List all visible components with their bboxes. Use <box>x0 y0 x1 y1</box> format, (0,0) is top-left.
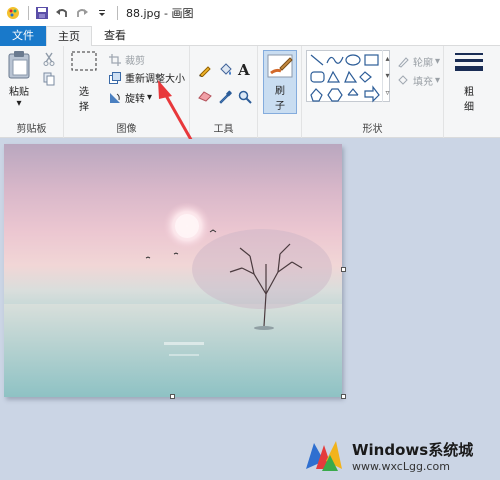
canvas-workspace[interactable] <box>0 139 500 480</box>
windows-logo-icon <box>302 435 346 478</box>
resize-handle-corner[interactable] <box>341 394 346 399</box>
watermark-url: www.wxcLgg.com <box>352 460 450 473</box>
resize-handle-right[interactable] <box>341 267 346 272</box>
resize-handle-bottom[interactable] <box>170 394 175 399</box>
watermark: Windows系统城 www.wxcLgg.com <box>302 432 500 480</box>
landscape-tree-image <box>4 202 342 397</box>
canvas-image[interactable] <box>4 144 342 397</box>
watermark-title: Windows系统城 <box>352 441 474 459</box>
